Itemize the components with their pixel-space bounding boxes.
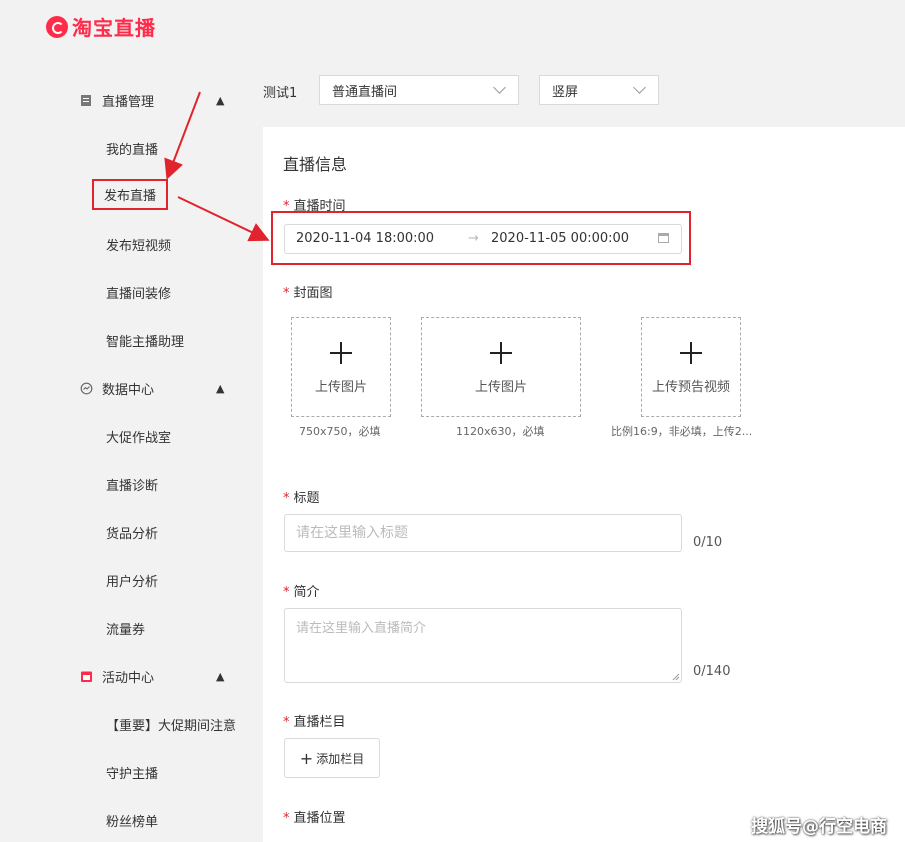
document-icon [81,95,91,106]
plus-icon [330,342,352,364]
watermark: 搜狐号@行空电商 [751,817,887,837]
field-label-text: 直播栏目 [293,715,346,730]
cover-label: * 封面图 [283,282,333,301]
brand-name: 淘宝直播 [72,16,156,40]
required-mark: * [283,286,290,301]
upload-label: 上传预告视频 [651,380,730,395]
required-mark: * [283,715,290,730]
chevron-up-icon[interactable]: ▲ [216,670,224,683]
live-logo-icon [46,15,68,38]
upload-preview-video[interactable]: 上传预告视频 [641,317,741,417]
sidebar-group-activity-center[interactable]: 活动中心 ▲ [80,667,230,686]
sidebar-item-room-decoration[interactable]: 直播间装修 [106,283,171,302]
sidebar-item-fan-ranking[interactable]: 粉丝榜单 [106,811,158,830]
account-name: 测试1 [263,86,298,101]
add-column-label: 添加栏目 [316,751,365,766]
sidebar-group-label: 活动中心 [102,671,155,686]
sidebar-item-smart-assistant[interactable]: 智能主播助理 [106,331,184,350]
live-time-range-picker[interactable]: 2020-11-04 18:00:00 → 2020-11-05 00:00:0… [284,224,682,254]
sidebar-item-live-diagnosis[interactable]: 直播诊断 [106,475,158,494]
upload-square-cover[interactable]: 上传图片 [291,317,391,417]
required-mark: * [283,491,290,506]
field-label-text: 封面图 [293,286,333,301]
room-type-select[interactable]: 普通直播间 [319,75,519,105]
plus-icon: + [299,748,314,768]
sidebar-item-guard-host[interactable]: 守护主播 [106,763,158,782]
headline-label: * 标题 [283,487,320,506]
chevron-down-icon [493,81,506,94]
section-title: 直播信息 [283,155,348,174]
sidebar-group-data-center[interactable]: 数据中心 ▲ [80,379,230,398]
field-label-text: 标题 [293,491,320,506]
plus-icon [680,342,702,364]
annotation-arrow-right [177,196,270,242]
chevron-up-icon[interactable]: ▲ [216,94,224,107]
required-mark: * [283,811,290,826]
sidebar-item-promo-notice[interactable]: 【重要】大促期间注意 [106,715,236,734]
calendar-icon [81,671,92,682]
sidebar-item-goods-analysis[interactable]: 货品分析 [106,523,158,542]
sidebar-item-user-analysis[interactable]: 用户分析 [106,571,158,590]
clock-icon [80,382,93,395]
start-time[interactable]: 2020-11-04 18:00:00 [296,231,434,246]
chevron-down-icon [633,81,646,94]
upload-wide-cover[interactable]: 上传图片 [421,317,581,417]
sidebar-group-live-management[interactable]: 直播管理 ▲ [80,91,230,110]
orientation-select[interactable]: 竖屏 [539,75,659,105]
end-time[interactable]: 2020-11-05 00:00:00 [491,231,629,246]
upload-label: 上传图片 [314,380,367,395]
range-separator: → [468,231,479,246]
location-label: * 直播位置 [283,807,346,826]
field-label-text: 简介 [293,585,320,600]
field-label-text: 直播位置 [293,811,346,826]
orientation-value: 竖屏 [552,84,579,100]
sidebar-item-publish-live[interactable]: 发布直播 [92,179,169,210]
column-label: * 直播栏目 [283,711,346,730]
required-mark: * [283,585,290,600]
sidebar-group-label: 直播管理 [102,95,155,110]
headline-input[interactable] [284,514,682,552]
chevron-up-icon[interactable]: ▲ [216,382,224,395]
sidebar-item-my-live[interactable]: 我的直播 [106,139,158,158]
upload-hint: 比例16:9，非必填，上传2... [611,425,753,438]
sidebar-item-publish-short-video[interactable]: 发布短视频 [106,235,171,254]
intro-counter: 0/140 [693,664,731,679]
taobao-live-logo[interactable]: 淘宝直播 [46,12,156,41]
intro-textarea[interactable] [284,608,682,683]
upload-hint: 1120x630，必填 [456,425,545,438]
plus-icon [490,342,512,364]
sidebar-item-promo-war-room[interactable]: 大促作战室 [106,427,171,446]
sidebar-item-traffic-coupon[interactable]: 流量券 [106,619,145,638]
resize-handle-icon[interactable] [672,673,680,681]
headline-counter: 0/10 [693,535,723,550]
intro-label: * 简介 [283,581,320,600]
add-column-button[interactable]: + 添加栏目 [284,738,380,778]
upload-hint: 750x750，必填 [299,425,381,438]
calendar-icon[interactable] [658,233,669,243]
upload-label: 上传图片 [474,380,527,395]
sidebar-group-label: 数据中心 [102,383,155,398]
room-type-value: 普通直播间 [332,84,398,100]
